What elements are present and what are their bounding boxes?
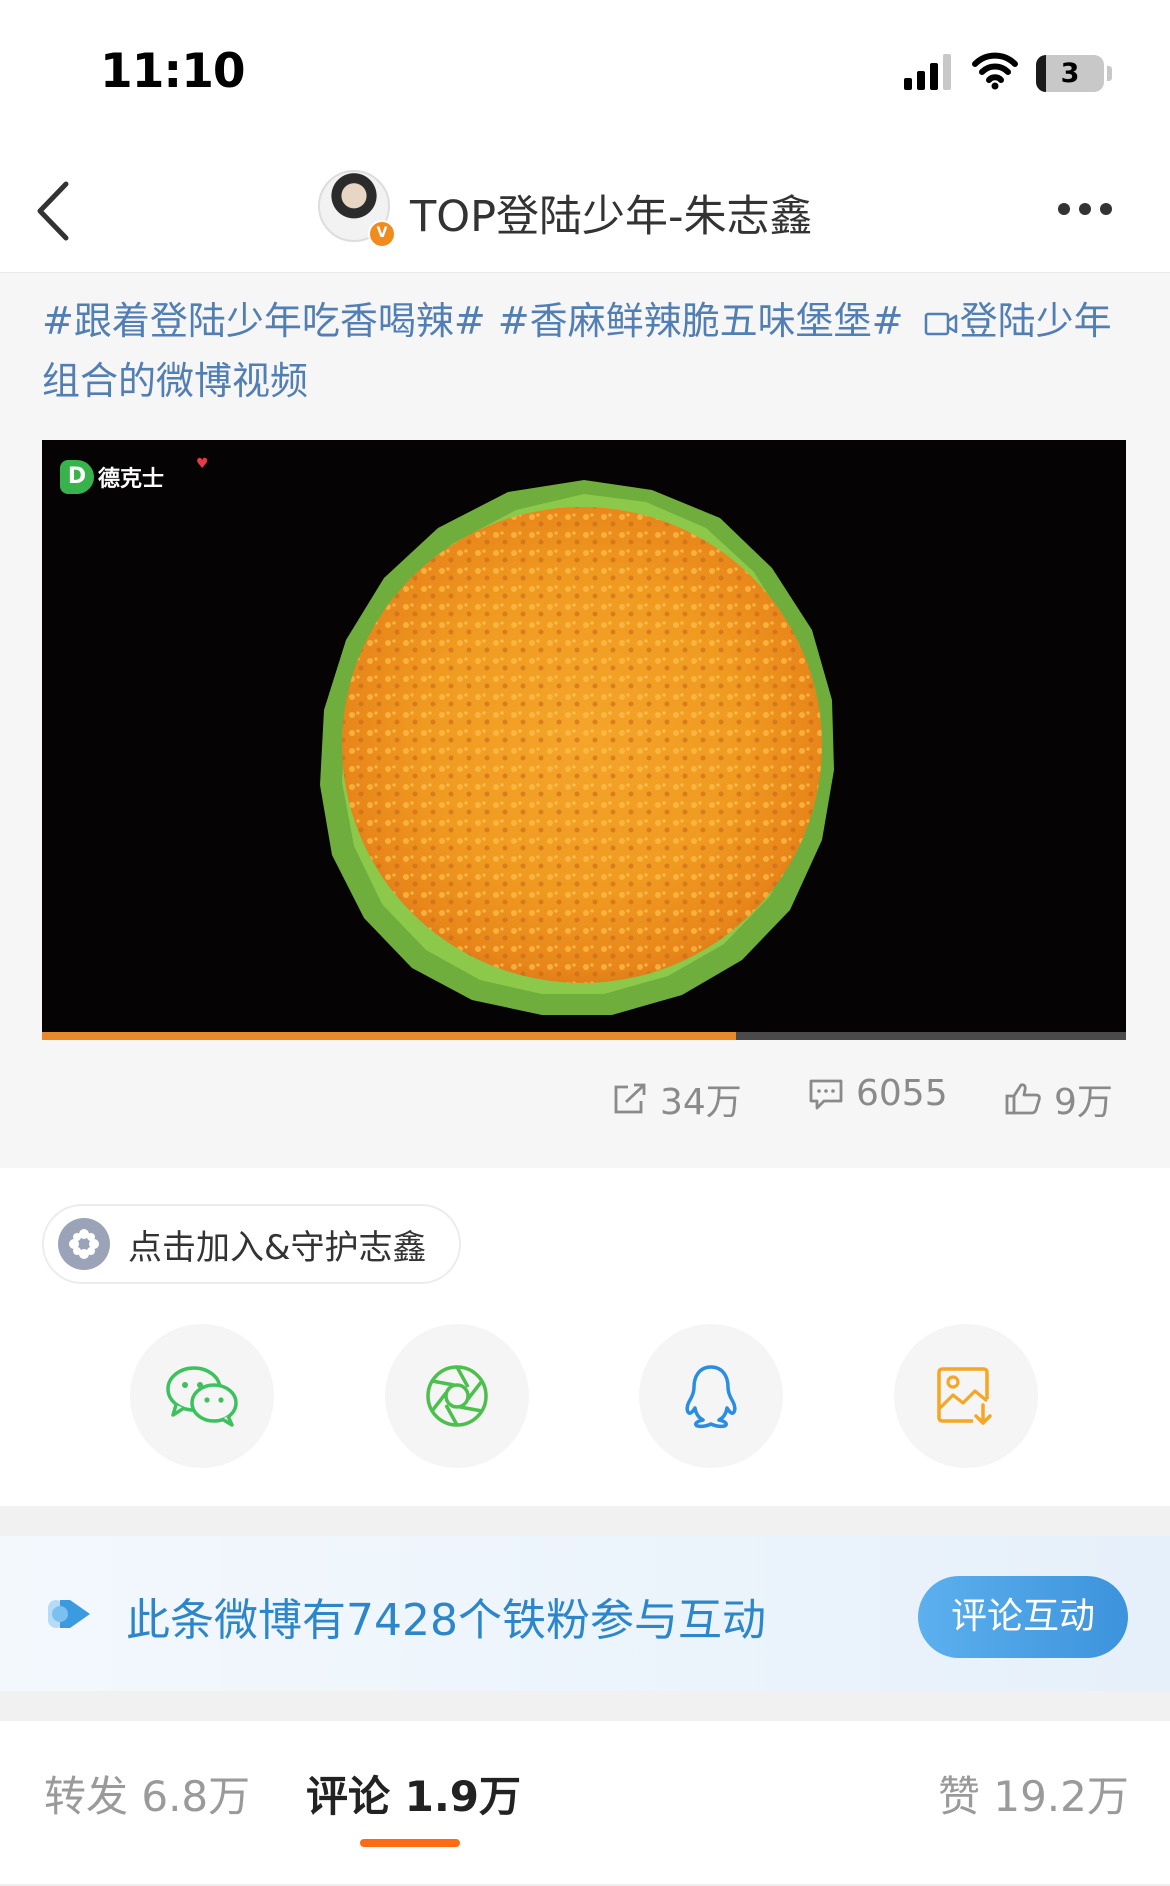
video-progress-fill	[42, 1032, 736, 1040]
post-stats: 34万 6055 9万	[0, 1073, 1170, 1133]
repost-count: 34万	[660, 1082, 742, 1123]
comment-count: 6055	[856, 1073, 948, 1114]
moments-icon	[426, 1365, 488, 1427]
status-time: 11:10	[100, 44, 246, 99]
hashtag-link[interactable]: #香麻鲜辣脆五味堡堡#	[498, 299, 904, 343]
heart-icon: ♥	[196, 456, 209, 472]
back-button[interactable]	[30, 178, 80, 244]
repost-icon	[614, 1083, 646, 1114]
comment-icon	[809, 1079, 843, 1109]
like-button[interactable]: 9万	[1004, 1073, 1113, 1125]
wifi-icon	[972, 52, 1018, 90]
join-fan-club-button[interactable]: 点击加入&守护志鑫	[42, 1204, 461, 1284]
video-progress-bar[interactable]	[42, 1032, 1126, 1040]
section-divider	[0, 1691, 1170, 1721]
tab-likes[interactable]: 赞 19.2万	[938, 1763, 1129, 1824]
fan-chip-label: 点击加入&守护志鑫	[128, 1227, 427, 1268]
battery-text: 3	[1060, 58, 1080, 89]
fan-interaction-text: 此条微博有7428个铁粉参与互动	[126, 1595, 766, 1646]
more-dot-icon	[1058, 203, 1070, 215]
verified-badge-icon: V	[368, 220, 396, 248]
tab-reposts[interactable]: 转发 6.8万	[44, 1763, 250, 1824]
flower-icon	[58, 1218, 110, 1270]
post-area: #跟着登陆少年吃香喝辣# #香麻鲜辣脆五味堡堡# 登陆少年组合的微博视频 D 德…	[0, 273, 1170, 1168]
fan-interaction-banner: 此条微博有7428个铁粉参与互动 评论互动	[0, 1536, 1170, 1691]
nav-bar: V TOP登陆少年-朱志鑫	[0, 150, 1170, 273]
brand-logo-mark: D	[60, 460, 94, 494]
chevron-left-icon	[37, 181, 69, 241]
thumbs-up-icon	[1005, 1083, 1041, 1115]
share-area: 点击加入&守护志鑫	[0, 1168, 1170, 1506]
battery-cap	[1107, 66, 1112, 81]
qq-icon	[685, 1365, 737, 1429]
play-arrow-icon	[48, 1600, 90, 1628]
more-dot-icon	[1100, 203, 1112, 215]
comment-interact-button[interactable]: 评论互动	[918, 1576, 1128, 1658]
more-options-button[interactable]	[1058, 194, 1128, 224]
video-brand-logo: D 德克士 ♥	[60, 456, 209, 494]
cellular-signal-icon	[904, 54, 951, 90]
tab-comments[interactable]: 评论 1.9万	[306, 1763, 521, 1824]
share-moments-button[interactable]	[385, 1324, 529, 1468]
video-player[interactable]: D 德克士 ♥	[42, 440, 1126, 1040]
page-title[interactable]: TOP登陆少年-朱志鑫	[410, 182, 813, 244]
save-image-button[interactable]	[894, 1324, 1038, 1468]
battery-indicator: 3	[1036, 55, 1104, 92]
section-divider	[0, 1506, 1170, 1536]
more-dot-icon	[1079, 203, 1091, 215]
brand-logo-text: 德克士	[98, 467, 165, 492]
share-qq-button[interactable]	[639, 1324, 783, 1468]
tab-bar: 转发 6.8万 评论 1.9万 赞 19.2万	[0, 1721, 1170, 1886]
hashtag-link[interactable]: #跟着登陆少年吃香喝辣#	[42, 299, 486, 343]
comment-button[interactable]: 6055	[808, 1073, 948, 1114]
save-image-icon	[937, 1367, 992, 1425]
video-camera-icon	[924, 312, 957, 335]
like-count: 9万	[1054, 1082, 1113, 1123]
status-bar: 11:10 3	[0, 0, 1170, 150]
repost-button[interactable]: 34万	[612, 1073, 742, 1125]
video-thumbnail-burger	[320, 480, 834, 1015]
wechat-icon	[166, 1366, 238, 1427]
post-text: #跟着登陆少年吃香喝辣# #香麻鲜辣脆五味堡堡# 登陆少年组合的微博视频	[42, 291, 1132, 411]
share-wechat-button[interactable]	[130, 1324, 274, 1468]
active-tab-indicator	[360, 1839, 460, 1847]
